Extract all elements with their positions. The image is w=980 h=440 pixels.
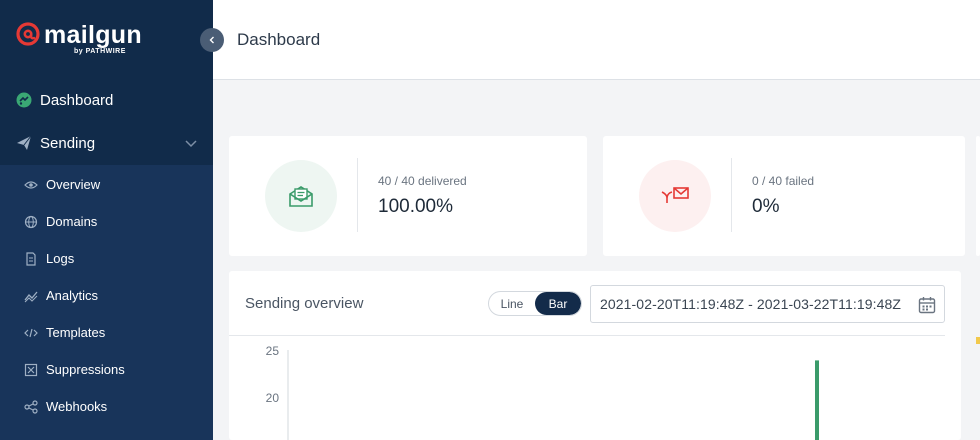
page-header: Dashboard bbox=[213, 0, 980, 80]
chevron-left-icon bbox=[209, 36, 214, 44]
sidebar-item-analytics[interactable]: Analytics bbox=[0, 277, 213, 314]
sidebar-item-templates[interactable]: Templates bbox=[0, 314, 213, 351]
chart-type-toggle: Line Bar bbox=[488, 291, 582, 316]
collapse-sidebar-button[interactable] bbox=[200, 28, 224, 52]
mailgun-logo[interactable]: mailgun by PATHWIRE bbox=[16, 22, 142, 55]
failed-value: 0% bbox=[752, 196, 780, 217]
bounced-mail-icon bbox=[661, 187, 689, 203]
failed-icon-circle bbox=[639, 160, 711, 232]
card-divider bbox=[357, 158, 358, 232]
sidebar-item-label: Dashboard bbox=[40, 91, 114, 109]
offscreen-chart-accent bbox=[976, 337, 980, 344]
sending-subnav: Overview Domains Logs Analytics Template… bbox=[0, 165, 213, 440]
envelope-open-icon bbox=[289, 186, 313, 207]
chart-bar[interactable] bbox=[815, 360, 819, 440]
sending-overview-title: Sending overview bbox=[245, 295, 364, 312]
eye-icon bbox=[24, 178, 38, 192]
code-icon bbox=[24, 326, 38, 340]
sidebar-item-domains[interactable]: Domains bbox=[0, 203, 213, 240]
sidebar-item-label: Domains bbox=[46, 214, 98, 229]
sending-overview-card: Sending overview Line Bar 2021-02-20T11:… bbox=[229, 271, 961, 440]
failed-label: 0 / 40 failed bbox=[752, 174, 815, 188]
dashboard-icon bbox=[16, 92, 32, 108]
third-stat-card[interactable] bbox=[976, 136, 980, 256]
page-title: Dashboard bbox=[237, 30, 321, 49]
share-icon bbox=[24, 399, 38, 414]
sidebar-item-label: Suppressions bbox=[46, 362, 125, 377]
sidebar-item-label: Logs bbox=[46, 251, 75, 266]
delivered-label: 40 / 40 delivered bbox=[378, 174, 467, 188]
failed-stat-card[interactable]: 0 / 40 failed 0% bbox=[603, 136, 965, 256]
sidebar-item-label: Sending bbox=[40, 134, 96, 152]
paper-plane-icon bbox=[16, 135, 32, 151]
document-icon bbox=[24, 251, 38, 266]
date-range-value: 2021-02-20T11:19:48Z - 2021-03-22T11:19:… bbox=[600, 296, 902, 312]
logo-byline: by PATHWIRE bbox=[74, 48, 126, 55]
trend-icon bbox=[24, 289, 38, 303]
sidebar-item-label: Overview bbox=[46, 177, 101, 192]
date-range-input[interactable]: 2021-02-20T11:19:48Z - 2021-03-22T11:19:… bbox=[590, 285, 945, 323]
globe-icon bbox=[24, 215, 38, 229]
sidebar: mailgun by PATHWIRE Dashboard Sending Ov… bbox=[0, 0, 213, 440]
delivered-value: 100.00% bbox=[378, 196, 454, 217]
sidebar-item-label: Webhooks bbox=[46, 399, 108, 414]
delivered-icon-circle bbox=[265, 160, 337, 232]
calendar-icon[interactable] bbox=[918, 296, 936, 314]
sidebar-item-label: Analytics bbox=[46, 288, 99, 303]
block-icon bbox=[24, 363, 38, 377]
sending-overview-chart: 25 20 bbox=[266, 344, 819, 440]
logo-wordmark: mailgun bbox=[44, 21, 142, 49]
line-toggle-button[interactable]: Line bbox=[489, 292, 535, 315]
sidebar-item-dashboard[interactable]: Dashboard bbox=[0, 80, 213, 120]
y-tick-label: 25 bbox=[266, 344, 280, 358]
sidebar-item-webhooks[interactable]: Webhooks bbox=[0, 388, 213, 425]
sidebar-item-label: Templates bbox=[46, 325, 106, 340]
sidebar-item-logs[interactable]: Logs bbox=[0, 240, 213, 277]
sidebar-item-overview[interactable]: Overview bbox=[0, 166, 213, 203]
chevron-down-icon[interactable] bbox=[185, 137, 197, 149]
sidebar-item-suppressions[interactable]: Suppressions bbox=[0, 351, 213, 388]
bar-toggle-button[interactable]: Bar bbox=[535, 292, 581, 315]
card-divider bbox=[731, 158, 732, 232]
mailgun-logo-icon bbox=[16, 22, 40, 46]
y-tick-label: 20 bbox=[266, 391, 280, 405]
sidebar-item-sending[interactable]: Sending bbox=[0, 123, 213, 163]
delivered-stat-card[interactable]: 40 / 40 delivered 100.00% bbox=[229, 136, 587, 256]
